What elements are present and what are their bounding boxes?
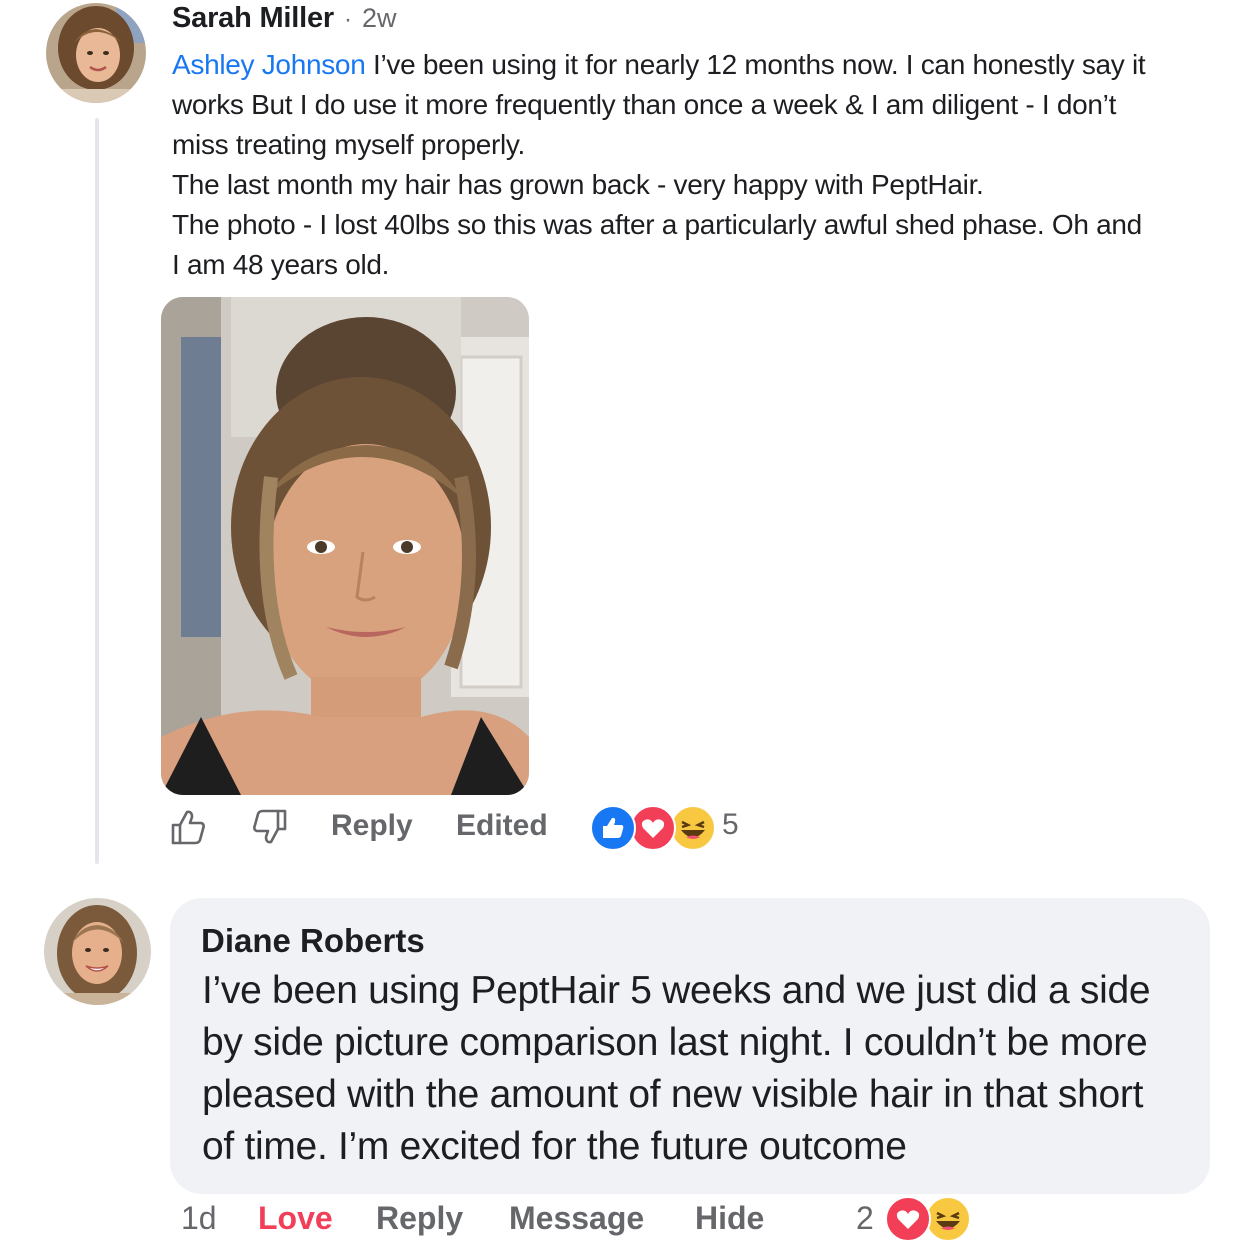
comment-photo[interactable]: [161, 297, 529, 795]
love-button[interactable]: Love: [258, 1200, 333, 1237]
comment-text-line: of time. I’m excited for the future outc…: [202, 1125, 907, 1168]
comment-timestamp[interactable]: 1d: [181, 1200, 217, 1237]
comment-text-line: by side picture comparison last night. I…: [202, 1021, 1148, 1064]
comment-text-line: I’ve been using it for nearly 12 months …: [365, 49, 1146, 80]
sarah-miller-avatar[interactable]: [46, 3, 146, 103]
comment-text-line: The photo - I lost 40lbs so this was aft…: [172, 209, 1142, 240]
reply-button[interactable]: Reply: [376, 1200, 463, 1237]
thumbs-up-outline-icon[interactable]: [170, 808, 206, 851]
separator-dot: ·: [344, 6, 352, 33]
comment-body: Ashley Johnson I’ve been using it for ne…: [172, 45, 1222, 285]
thread-line: [95, 118, 99, 864]
reaction-count[interactable]: 2: [856, 1200, 874, 1237]
comment-timestamp[interactable]: 2w: [362, 3, 397, 34]
like-reaction-icon: [590, 805, 636, 851]
comment-body: I’ve been using PeptHair 5 weeks and we …: [202, 965, 1202, 1173]
mention-link[interactable]: Ashley Johnson: [172, 49, 366, 80]
reply-button[interactable]: Reply: [331, 809, 413, 843]
haha-reaction-icon: [925, 1196, 971, 1242]
love-reaction-icon: [885, 1196, 931, 1242]
comment-text-line: I’ve been using PeptHair 5 weeks and we …: [202, 969, 1151, 1012]
reaction-count[interactable]: 5: [722, 808, 739, 842]
reaction-summary[interactable]: [590, 805, 716, 851]
comment-text-line: pleased with the amount of new visible h…: [202, 1073, 1144, 1116]
reaction-summary[interactable]: [885, 1196, 975, 1242]
comment-text-line: works But I do use it more frequently th…: [172, 89, 1117, 120]
comment-text-line: I am 48 years old.: [172, 249, 390, 280]
message-button[interactable]: Message: [509, 1200, 644, 1237]
diane-roberts-avatar[interactable]: [44, 898, 151, 1005]
love-reaction-icon: [630, 805, 676, 851]
comment-author[interactable]: Diane Roberts: [201, 922, 425, 960]
haha-reaction-icon: [670, 805, 716, 851]
comment-author[interactable]: Sarah Miller: [172, 2, 334, 35]
comment-text-line: The last month my hair has grown back - …: [172, 169, 984, 200]
edited-label[interactable]: Edited: [456, 809, 548, 843]
thumbs-down-outline-icon[interactable]: [252, 808, 288, 851]
hide-button[interactable]: Hide: [695, 1200, 764, 1237]
comment-text-line: miss treating myself properly.: [172, 129, 526, 160]
